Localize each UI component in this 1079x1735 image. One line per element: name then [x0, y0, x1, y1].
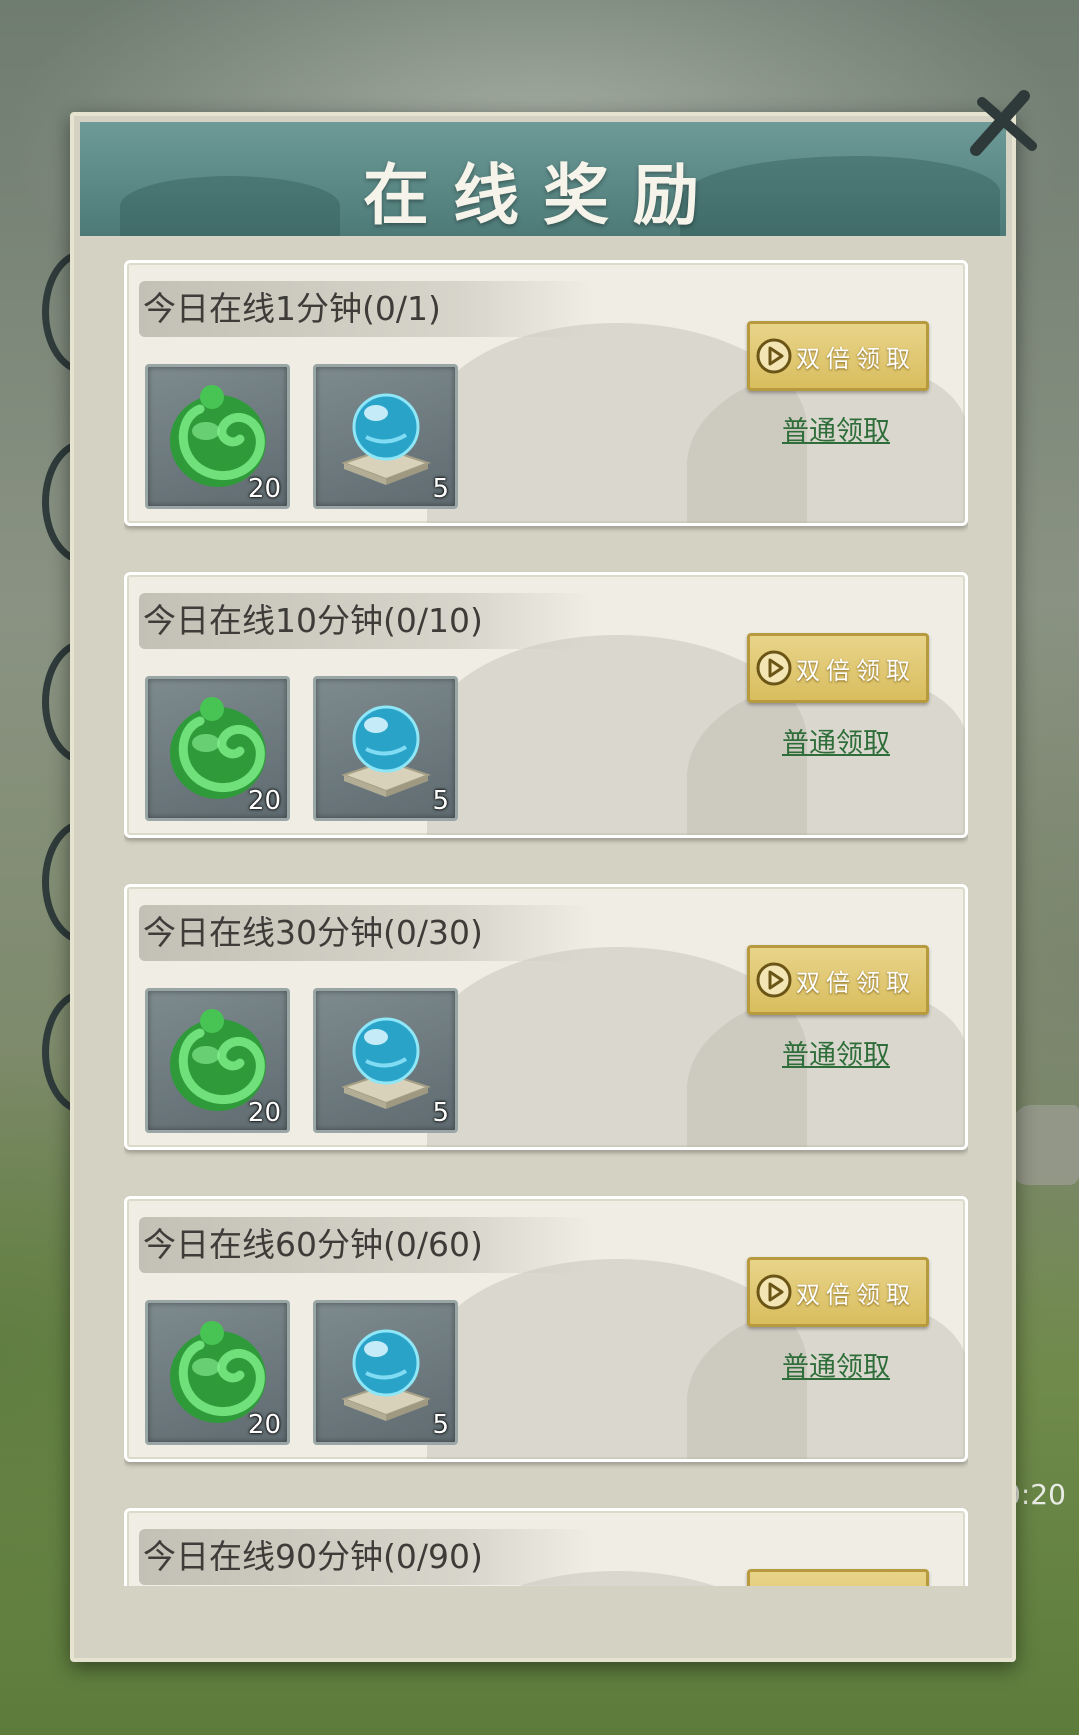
double-claim-label: 双倍领取	[796, 968, 916, 997]
online-rewards-dialog: 在线奖励 今日在线1分钟(0/1) 20 5 双倍领取 普通领取 今日在线10分钟(0/1…	[70, 112, 1016, 1662]
double-claim-button[interactable]	[747, 1569, 929, 1586]
double-claim-button[interactable]: 双倍领取	[747, 633, 929, 703]
reward-item-slot[interactable]: 20	[145, 988, 290, 1133]
reward-card: 今日在线60分钟(0/60) 20 5 双倍领取普通领取	[124, 1196, 968, 1462]
background-rock	[1013, 1105, 1079, 1185]
normal-claim-link[interactable]: 普通领取	[775, 1345, 897, 1384]
reward-item-slot[interactable]: 20	[145, 1300, 290, 1445]
normal-claim-link[interactable]: 普通领取	[775, 1033, 897, 1072]
double-claim-label: 双倍领取	[796, 1280, 916, 1309]
reward-item-slot[interactable]: 5	[313, 1300, 458, 1445]
item-count: 5	[432, 786, 449, 816]
item-count: 5	[432, 1098, 449, 1128]
play-video-icon	[756, 962, 792, 998]
item-count: 20	[247, 474, 281, 504]
reward-condition-title: 今日在线90分钟(0/90)	[139, 1529, 593, 1585]
item-count: 20	[247, 1410, 281, 1440]
play-video-icon	[754, 1584, 794, 1586]
reward-condition-title: 今日在线10分钟(0/10)	[139, 593, 593, 649]
rewards-list[interactable]: 今日在线1分钟(0/1) 20 5 双倍领取 普通领取 今日在线10分钟(0/10) 20 5…	[124, 260, 968, 1586]
item-count: 5	[432, 1410, 449, 1440]
dialog-title-bar: 在线奖励	[80, 122, 1006, 236]
play-video-icon	[756, 1274, 792, 1310]
reward-item-slot[interactable]: 20	[145, 364, 290, 509]
double-claim-button[interactable]: 双倍领取	[747, 1257, 929, 1327]
double-claim-button[interactable]: 双倍领取	[747, 945, 929, 1015]
item-count: 20	[247, 786, 281, 816]
reward-item-slot[interactable]: 5	[313, 364, 458, 509]
reward-item-slot[interactable]: 5	[313, 676, 458, 821]
double-claim-label: 双倍领取	[796, 344, 916, 373]
normal-claim-link[interactable]: 普通领取	[775, 721, 897, 760]
reward-condition-title: 今日在线30分钟(0/30)	[139, 905, 593, 961]
dialog-title: 在线奖励	[363, 156, 723, 234]
double-claim-label: 双倍领取	[796, 656, 916, 685]
item-count: 5	[432, 474, 449, 504]
reward-card: 今日在线90分钟(0/90)	[124, 1508, 968, 1586]
double-claim-button[interactable]: 双倍领取	[747, 321, 929, 391]
reward-card: 今日在线30分钟(0/30) 20 5 双倍领取普通领取	[124, 884, 968, 1150]
reward-item-slot[interactable]: 20	[145, 676, 290, 821]
item-count: 20	[247, 1098, 281, 1128]
play-video-icon	[756, 650, 792, 686]
normal-claim-link[interactable]: 普通领取	[775, 409, 897, 448]
reward-card: 今日在线10分钟(0/10) 20 5 双倍领取普通领取	[124, 572, 968, 838]
reward-condition-title: 今日在线60分钟(0/60)	[139, 1217, 593, 1273]
play-video-icon	[756, 338, 792, 374]
reward-item-slot[interactable]: 5	[313, 988, 458, 1133]
reward-card: 今日在线1分钟(0/1) 20 5 双倍领取普通领取	[124, 260, 968, 526]
reward-condition-title: 今日在线1分钟(0/1)	[139, 281, 593, 337]
close-icon[interactable]	[962, 86, 1042, 166]
